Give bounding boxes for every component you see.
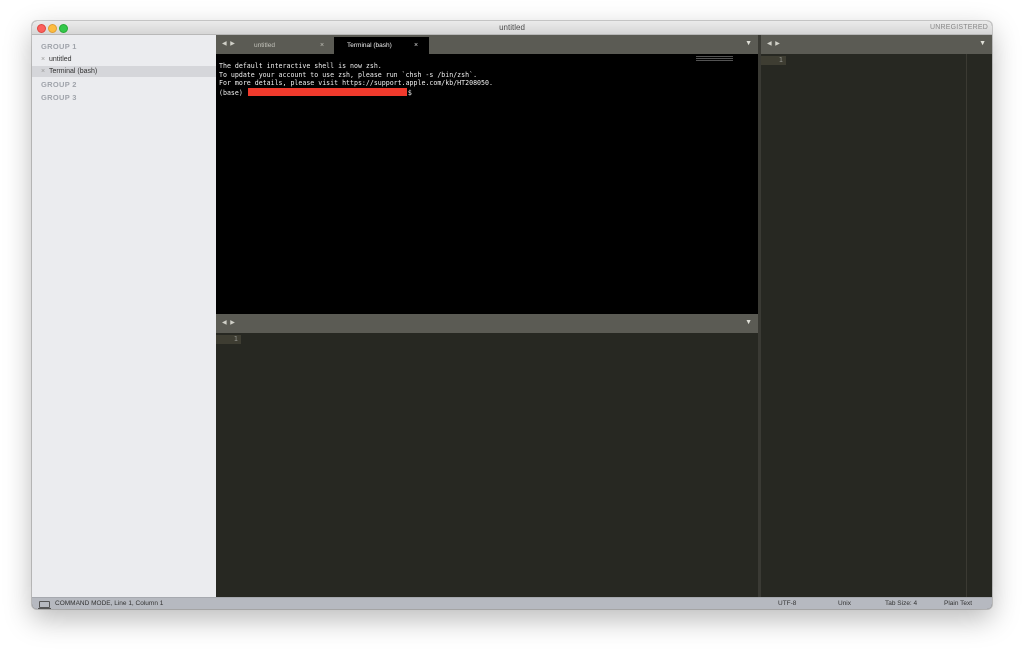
sidebar-group-2[interactable]: GROUP 2	[41, 80, 77, 89]
tab-dropdown-icon[interactable]: ▼	[745, 319, 752, 326]
top-pane-tab-bar: ◀ ▶ untitled × Terminal (bash) × ▼	[216, 35, 758, 54]
close-tab-icon[interactable]: ×	[320, 37, 324, 54]
sidebar-group-3[interactable]: GROUP 3	[41, 93, 77, 102]
status-encoding[interactable]: UTF-8	[778, 598, 796, 609]
terminal-prompt[interactable]: (base) $	[219, 88, 493, 98]
sidebar-file-label: untitled	[49, 56, 72, 63]
window-title: untitled	[499, 23, 525, 32]
right-editor[interactable]: 1	[761, 54, 992, 597]
bottom-editor[interactable]: 1	[216, 333, 758, 597]
close-tab-icon[interactable]: ×	[414, 37, 418, 54]
bottom-pane-tab-bar: ◀ ▶ ▼	[216, 314, 758, 333]
tab-dropdown-icon[interactable]: ▼	[745, 40, 752, 47]
tab-nav-arrows-icon[interactable]: ◀ ▶	[222, 319, 236, 326]
prompt-suffix: $	[407, 89, 412, 98]
sidebar-group-1[interactable]: GROUP 1	[41, 42, 77, 51]
sidebar: GROUP 1 × untitled × Terminal (bash) GRO…	[32, 35, 217, 597]
close-file-icon[interactable]: ×	[41, 66, 45, 77]
wrap-ruler	[966, 54, 967, 597]
registration-status: UNREGISTERED	[929, 24, 988, 31]
status-line-endings[interactable]: Unix	[838, 598, 851, 609]
tab-dropdown-icon[interactable]: ▼	[979, 40, 986, 47]
app-window: untitled UNREGISTERED GROUP 1 × untitled…	[32, 21, 992, 609]
tab-nav-arrows-icon[interactable]: ◀ ▶	[222, 40, 236, 47]
close-file-icon[interactable]: ×	[41, 54, 45, 65]
sidebar-file-terminal[interactable]: × Terminal (bash)	[32, 66, 216, 77]
sidebar-file-untitled[interactable]: × untitled	[32, 54, 216, 65]
terminal-view[interactable]: The default interactive shell is now zsh…	[216, 54, 758, 314]
tab-label: Terminal (bash)	[347, 42, 392, 49]
right-pane-tab-bar: ◀ ▶ ▼	[761, 35, 992, 54]
status-bar: COMMAND MODE, Line 1, Column 1 UTF-8 Uni…	[32, 597, 992, 609]
title-bar: untitled UNREGISTERED	[32, 21, 992, 35]
tab-nav-arrows-icon[interactable]: ◀ ▶	[767, 40, 781, 47]
prompt-prefix: (base)	[219, 89, 243, 98]
line-number: 1	[761, 56, 786, 65]
redacted-block	[247, 88, 407, 97]
terminal-line: To update your account to use zsh, pleas…	[219, 70, 478, 79]
tab-terminal-bash[interactable]: Terminal (bash) ×	[334, 37, 429, 54]
terminal-line: For more details, please visit https://s…	[219, 79, 493, 88]
sidebar-file-label: Terminal (bash)	[49, 68, 98, 75]
console-toggle-icon[interactable]	[38, 601, 51, 609]
terminal-line: The default interactive shell is now zsh…	[219, 62, 382, 70]
status-mode: COMMAND MODE, Line 1, Column 1	[55, 600, 164, 607]
line-number: 1	[216, 335, 241, 344]
minimap[interactable]	[696, 56, 733, 61]
status-tab-size[interactable]: Tab Size: 4	[885, 598, 917, 609]
tab-label: untitled	[254, 42, 275, 49]
tab-untitled[interactable]: untitled ×	[240, 37, 332, 54]
status-syntax[interactable]: Plain Text	[944, 598, 972, 609]
